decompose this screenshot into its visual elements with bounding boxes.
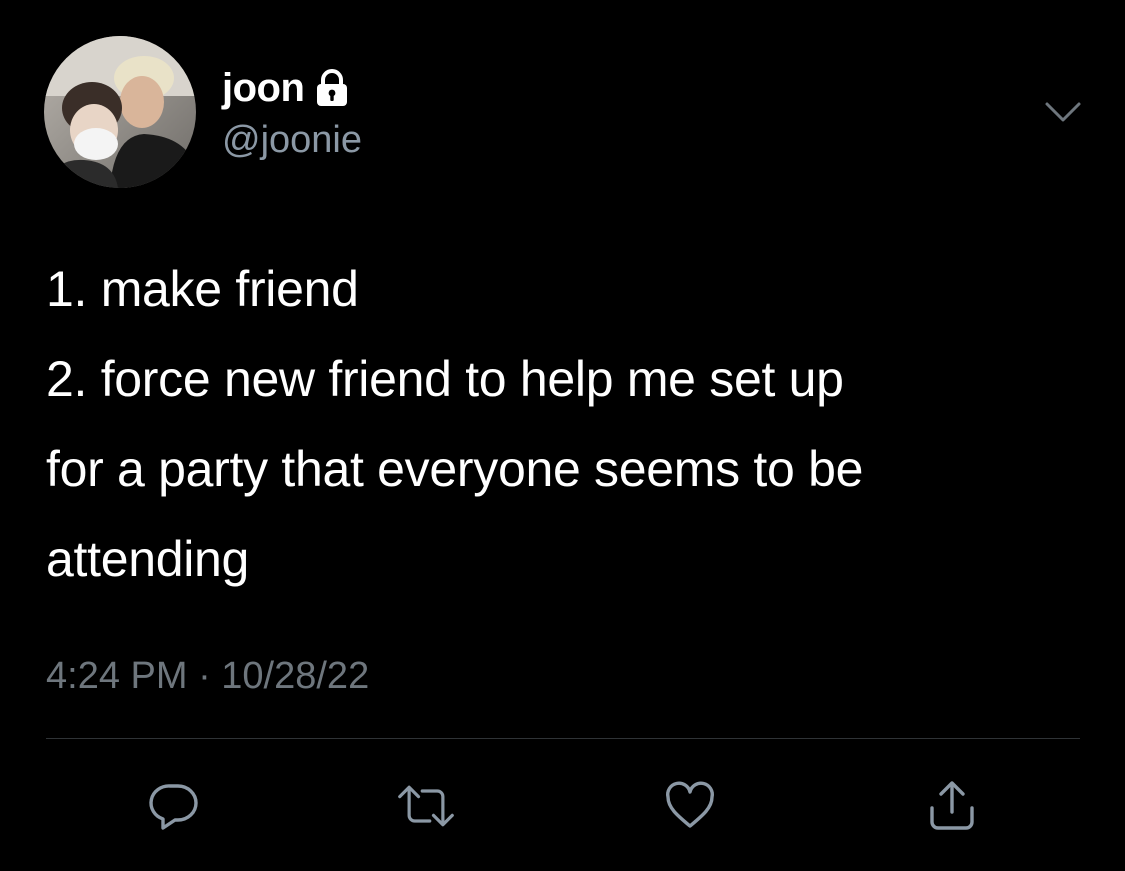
reply-icon: [149, 784, 198, 830]
share-icon: [930, 781, 974, 830]
like-icon: [666, 781, 714, 828]
handle[interactable]: @joonie: [222, 116, 362, 164]
tweet-line: 1. make friend: [46, 261, 359, 317]
tweet-line: attending: [46, 531, 250, 587]
reply-button[interactable]: [144, 778, 204, 834]
like-button[interactable]: [660, 778, 720, 834]
share-button[interactable]: [922, 778, 982, 834]
timestamp[interactable]: 4:24 PM · 10/28/22: [46, 652, 369, 700]
tweet-line: 2. force new friend to help me set up: [46, 351, 844, 407]
avatar[interactable]: [44, 36, 196, 188]
lock-icon: [314, 68, 350, 108]
tweet-line: for a party that everyone seems to be: [46, 441, 864, 497]
chevron-down-icon[interactable]: [1043, 98, 1083, 126]
divider: [46, 738, 1080, 739]
retweet-icon: [398, 785, 454, 827]
retweet-button[interactable]: [396, 778, 456, 834]
avatar-image: [44, 36, 196, 188]
display-name-row: joon: [222, 62, 350, 114]
display-name[interactable]: joon: [222, 62, 305, 114]
tweet-text: 1. make friend 2. force new friend to he…: [46, 244, 1086, 604]
